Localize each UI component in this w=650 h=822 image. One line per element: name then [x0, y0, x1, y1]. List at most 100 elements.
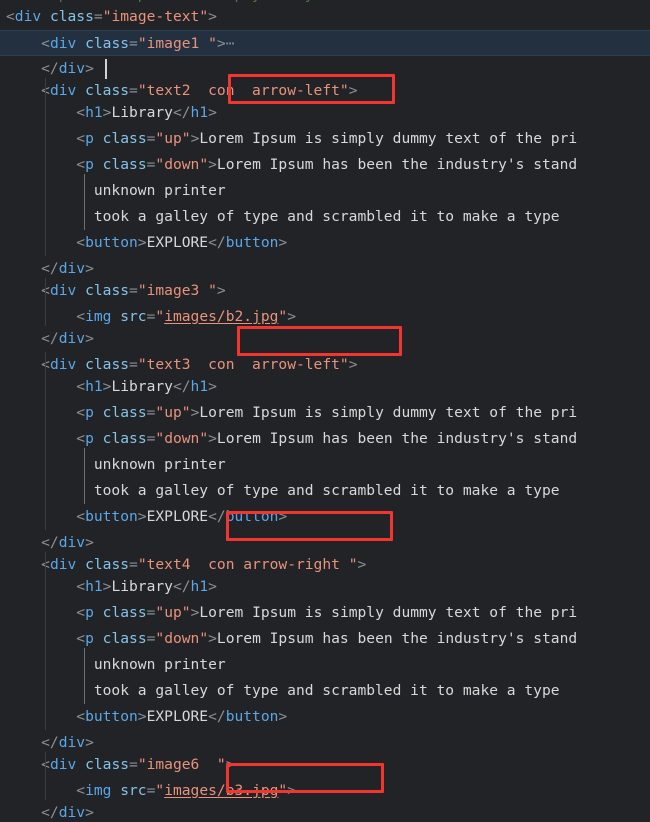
code-token-tag: p: [85, 130, 94, 147]
code-line[interactable]: took a galley of type and scrambled it t…: [0, 478, 650, 504]
code-token-punc: >: [287, 308, 297, 325]
code-token-punc: >: [137, 234, 147, 251]
code-token-tag: h1: [85, 104, 103, 121]
code-token-attr: class: [102, 430, 147, 447]
indent-guide: [84, 448, 85, 504]
code-line[interactable]: <p class="down">Lorem Ipsum has been the…: [0, 426, 650, 452]
code-token-punc: <: [6, 282, 50, 299]
code-token-punc: <: [6, 356, 50, 373]
code-line[interactable]: <div class="image-text">: [0, 4, 650, 30]
code-token-punc: >: [287, 782, 297, 799]
code-token-str: "text3 con arrow-left": [137, 356, 349, 373]
code-token-str: "image6 ": [137, 756, 226, 773]
code-token-punc: >: [278, 234, 288, 251]
code-token-punc: >: [85, 260, 94, 277]
code-token-txt: Lorem Ipsum is simply dummy text of the …: [199, 130, 578, 147]
code-line[interactable]: </div>: [0, 800, 650, 822]
code-token-txt: Lorem Ipsum is simply dummy text of the …: [199, 404, 578, 421]
code-token-attr: class: [85, 356, 130, 373]
code-line[interactable]: <button>EXPLORE</button>: [0, 704, 650, 730]
code-token-punc: </: [172, 578, 191, 595]
indent-guide: [45, 752, 46, 800]
indent-guide: [84, 648, 85, 704]
code-line[interactable]: <p class="down">Lorem Ipsum has been the…: [0, 152, 650, 178]
code-token-punc: >: [348, 356, 358, 373]
code-line[interactable]: <button>EXPLORE</button>: [0, 504, 650, 530]
code-token-punc: >: [85, 734, 94, 751]
code-token-punc: </: [6, 330, 59, 347]
code-line[interactable]: <h1>Library</h1>: [0, 374, 650, 400]
code-token-txt: Library: [111, 578, 173, 595]
code-token-attr: class: [102, 130, 147, 147]
code-token-punc: >: [216, 282, 226, 299]
code-line[interactable]: <div class="image3 ">: [0, 278, 650, 304]
code-line[interactable]: <button>EXPLORE</button>: [0, 230, 650, 256]
code-token-txt: Lorem Ipsum has been the industry's stan…: [216, 430, 578, 447]
code-token-tag: div: [58, 804, 86, 821]
code-token-attr: class: [102, 156, 147, 173]
code-token-tag: div: [58, 60, 86, 77]
code-editor[interactable]: <!-- <p>Lorem Ipsum is simply dummy --><…: [0, 0, 650, 822]
code-token-tag: p: [85, 604, 94, 621]
code-token-tag: button: [225, 234, 279, 251]
code-token-txt: Lorem Ipsum has been the industry's stan…: [216, 156, 578, 173]
code-line[interactable]: </div>: [0, 326, 650, 352]
code-line[interactable]: took a galley of type and scrambled it t…: [0, 204, 650, 230]
code-line[interactable]: <h1>Library</h1>: [0, 574, 650, 600]
code-token-tag: button: [225, 708, 279, 725]
code-line[interactable]: <div class="image1 ">⋯: [0, 30, 650, 56]
code-token-link: images/b3.jpg: [164, 782, 279, 799]
code-token-tag: div: [49, 356, 77, 373]
code-token-txt: took a galley of type and scrambled it t…: [6, 682, 560, 699]
code-token-punc: </: [208, 234, 226, 251]
code-line[interactable]: <div class="image6 ">: [0, 752, 650, 778]
code-token-punc: >: [208, 378, 217, 395]
code-token-punc: </: [208, 708, 226, 725]
code-token-str: "up": [155, 404, 191, 421]
code-line[interactable]: <p class="up">Lorem Ipsum is simply dumm…: [0, 600, 650, 626]
code-line[interactable]: unknown printer: [0, 452, 650, 478]
code-line[interactable]: <p class="up">Lorem Ipsum is simply dumm…: [0, 400, 650, 426]
code-line[interactable]: took a galley of type and scrambled it t…: [0, 678, 650, 704]
code-token-punc: </: [6, 804, 59, 821]
code-line[interactable]: unknown printer: [0, 652, 650, 678]
code-token-punc: >: [137, 708, 147, 725]
code-line[interactable]: <h1>Library</h1>: [0, 100, 650, 126]
code-token-punc: >: [208, 104, 217, 121]
code-token-punc: <: [6, 82, 50, 99]
code-token-attr: src: [120, 782, 147, 799]
code-token-attr: class: [85, 82, 130, 99]
code-line[interactable]: <p class="up">Lorem Ipsum is simply dumm…: [0, 126, 650, 152]
code-token-punc: <: [6, 556, 50, 573]
code-token-punc: >: [278, 708, 288, 725]
code-token-punc: >: [208, 8, 217, 25]
code-token-tag: img: [85, 308, 112, 325]
code-token-tag: p: [85, 430, 94, 447]
code-token-txt: Lorem Ipsum is simply dummy text of the …: [199, 604, 578, 621]
code-token-txt: unknown printer: [6, 656, 226, 673]
code-line[interactable]: unknown printer: [0, 178, 650, 204]
code-token-txt: took a galley of type and scrambled it t…: [6, 482, 560, 499]
code-token-str: ": [278, 782, 288, 799]
code-token-tag: h1: [190, 578, 209, 595]
code-line[interactable]: <p class="down">Lorem Ipsum has been the…: [0, 626, 650, 652]
code-token-tag: div: [49, 35, 77, 52]
code-token-str: "down": [155, 630, 209, 647]
code-token-tag: div: [49, 282, 77, 299]
code-token-punc: =: [129, 35, 138, 52]
code-token-punc: <: [6, 756, 50, 773]
code-token-punc: </: [6, 534, 59, 551]
text-cursor: [104, 59, 107, 79]
code-content[interactable]: <!-- <p>Lorem Ipsum is simply dummy --><…: [0, 0, 650, 822]
code-token-punc: =: [129, 556, 138, 573]
code-token-punc: <: [6, 35, 50, 52]
